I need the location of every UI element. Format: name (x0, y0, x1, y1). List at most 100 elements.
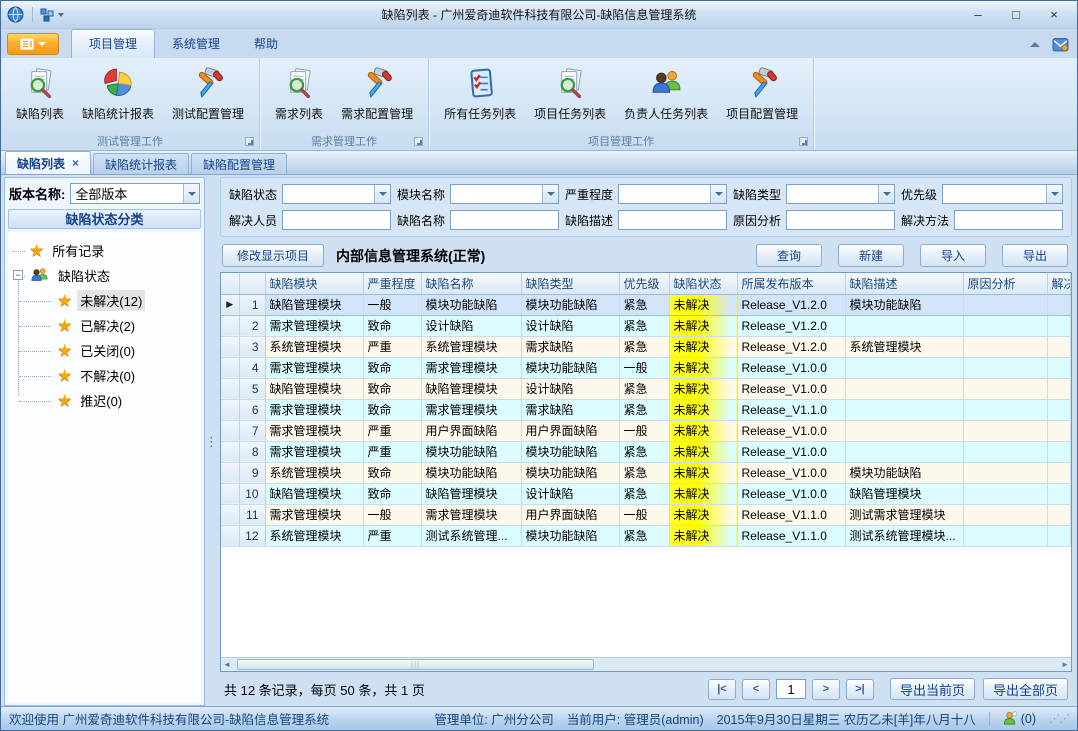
maximize-button[interactable]: □ (999, 4, 1033, 26)
cell[interactable]: 系统管理模块 (845, 336, 963, 357)
cell[interactable]: 系统管理模块 (265, 462, 363, 483)
table-row[interactable]: 5缺陷管理模块致命缺陷管理模块设计缺陷紧急未解决Release_V1.0.0 (221, 378, 1071, 399)
cell[interactable] (963, 315, 1047, 336)
cell[interactable]: 需求管理模块 (265, 357, 363, 378)
cell[interactable]: Release_V1.2.0 (737, 315, 845, 336)
cell[interactable]: 设计缺陷 (521, 483, 619, 504)
table-row[interactable]: 7需求管理模块严重用户界面缺陷用户界面缺陷一般未解决Release_V1.0.0 (221, 420, 1071, 441)
cell[interactable] (1047, 357, 1071, 378)
row-number-cell[interactable]: 3 (239, 336, 265, 357)
collapse-ribbon-icon[interactable] (1030, 42, 1040, 47)
table-row[interactable]: ▶1缺陷管理模块一般模块功能缺陷模块功能缺陷紧急未解决Release_V1.2.… (221, 294, 1071, 315)
cell[interactable]: 未解决 (669, 357, 737, 378)
cell[interactable]: 致命 (363, 315, 421, 336)
cell[interactable]: 系统管理模块 (421, 336, 521, 357)
cell[interactable]: 缺陷管理模块 (845, 483, 963, 504)
cell[interactable] (1047, 399, 1071, 420)
chevron-down-icon[interactable] (1046, 185, 1062, 203)
cell[interactable] (1047, 315, 1071, 336)
cell[interactable] (1047, 294, 1071, 315)
cell[interactable]: Release_V1.2.0 (737, 294, 845, 315)
cell[interactable]: 未解决 (669, 462, 737, 483)
cell[interactable]: 致命 (363, 483, 421, 504)
row-selector-cell[interactable] (221, 504, 239, 525)
table-row[interactable]: 8需求管理模块严重模块功能缺陷模块功能缺陷紧急未解决Release_V1.0.0 (221, 441, 1071, 462)
ribbon-button[interactable]: 负责人任务列表 (615, 62, 717, 124)
cell[interactable]: 需求管理模块 (265, 420, 363, 441)
cell[interactable]: 致命 (363, 357, 421, 378)
cell[interactable] (963, 483, 1047, 504)
first-page-button[interactable]: |< (708, 679, 736, 700)
cell[interactable] (963, 504, 1047, 525)
cell[interactable]: 紧急 (619, 462, 669, 483)
cell[interactable]: 模块功能缺陷 (521, 462, 619, 483)
cell[interactable]: 模块功能缺陷 (521, 525, 619, 546)
scrollbar-thumb[interactable]: ||| (237, 659, 594, 670)
column-header-8[interactable]: 原因分析 (963, 273, 1047, 294)
cell[interactable]: Release_V1.0.0 (737, 357, 845, 378)
row-number-cell[interactable]: 4 (239, 357, 265, 378)
column-header-1[interactable]: 严重程度 (363, 273, 421, 294)
cell[interactable]: 需求管理模块 (265, 399, 363, 420)
ribbon-button[interactable]: 需求列表 (266, 62, 332, 124)
column-header-4[interactable]: 优先级 (619, 273, 669, 294)
cell[interactable]: 严重 (363, 525, 421, 546)
row-number-cell[interactable]: 10 (239, 483, 265, 504)
close-button[interactable]: × (1037, 4, 1071, 26)
cell[interactable] (1047, 525, 1071, 546)
row-selector-cell[interactable] (221, 462, 239, 483)
chevron-down-icon[interactable] (542, 185, 558, 203)
cell[interactable]: 致命 (363, 378, 421, 399)
cell[interactable]: 一般 (619, 357, 669, 378)
cell[interactable] (845, 315, 963, 336)
scroll-right-icon[interactable]: ► (1061, 660, 1069, 669)
cell[interactable]: 设计缺陷 (521, 315, 619, 336)
column-header-6[interactable]: 所属发布版本 (737, 273, 845, 294)
cell[interactable]: 用户界面缺陷 (521, 504, 619, 525)
cell[interactable] (845, 378, 963, 399)
row-selector-cell[interactable] (221, 315, 239, 336)
cell[interactable]: 需求管理模块 (421, 504, 521, 525)
cell[interactable]: 系统管理模块 (265, 525, 363, 546)
cell[interactable]: 未解决 (669, 336, 737, 357)
cell[interactable]: 用户界面缺陷 (421, 420, 521, 441)
dialog-launcher-icon[interactable] (414, 137, 423, 146)
cell[interactable]: Release_V1.0.0 (737, 378, 845, 399)
row-selector-cell[interactable] (221, 378, 239, 399)
cell[interactable]: 缺陷管理模块 (265, 483, 363, 504)
cell[interactable]: 未解决 (669, 294, 737, 315)
cell[interactable] (963, 420, 1047, 441)
doc-tab-2[interactable]: 缺陷配置管理 (191, 153, 287, 174)
doc-tab-0[interactable]: 缺陷列表× (5, 151, 91, 174)
cell[interactable]: 严重 (363, 336, 421, 357)
cell[interactable] (963, 399, 1047, 420)
cell[interactable]: 致命 (363, 462, 421, 483)
cell[interactable]: 缺陷管理模块 (265, 294, 363, 315)
cell[interactable] (1047, 378, 1071, 399)
tree-item-1[interactable]: −缺陷状态 (8, 263, 201, 288)
column-header-7[interactable]: 缺陷描述 (845, 273, 963, 294)
cell[interactable]: 需求管理模块 (265, 441, 363, 462)
cell[interactable]: Release_V1.2.0 (737, 336, 845, 357)
export-current-page-button[interactable]: 导出当前页 (890, 678, 975, 700)
app-menu-button[interactable] (7, 33, 59, 55)
row-number-cell[interactable]: 5 (239, 378, 265, 399)
horizontal-scrollbar[interactable]: ◄ ||| ► (221, 657, 1071, 671)
help-icon[interactable] (1052, 36, 1069, 53)
row-number-cell[interactable]: 11 (239, 504, 265, 525)
row-selector-cell[interactable] (221, 441, 239, 462)
cell[interactable]: 未解决 (669, 420, 737, 441)
table-row[interactable]: 12系统管理模块严重测试系统管理...模块功能缺陷紧急未解决Release_V1… (221, 525, 1071, 546)
cell[interactable]: 模块功能缺陷 (421, 441, 521, 462)
tree-item-3[interactable]: ★已解决(2) (8, 313, 201, 338)
cell[interactable]: 紧急 (619, 378, 669, 399)
cell[interactable]: Release_V1.1.0 (737, 525, 845, 546)
cell[interactable]: 测试需求管理模块 (845, 504, 963, 525)
cell[interactable] (963, 336, 1047, 357)
cell[interactable]: Release_V1.0.0 (737, 483, 845, 504)
cell[interactable] (963, 378, 1047, 399)
cell[interactable]: 未解决 (669, 525, 737, 546)
cell[interactable]: 用户界面缺陷 (521, 420, 619, 441)
row-number-cell[interactable]: 12 (239, 525, 265, 546)
cell[interactable] (845, 357, 963, 378)
